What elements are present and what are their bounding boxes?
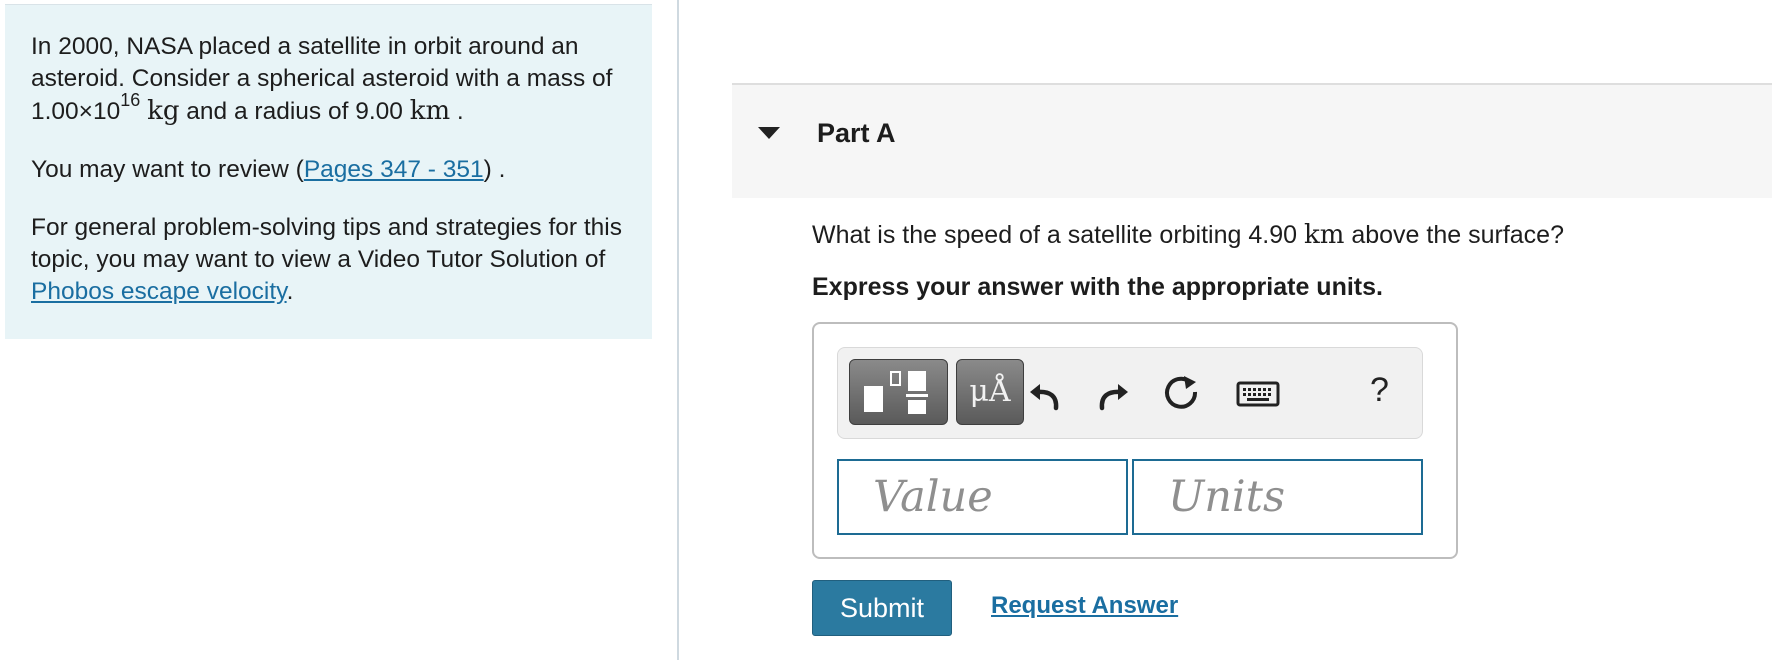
tips-text: . (286, 278, 294, 305)
question-part: above the surface? (1344, 221, 1564, 249)
intro-paragraph-review: You may want to review (Pages 347 - 351)… (31, 154, 626, 186)
templates-button[interactable] (849, 359, 948, 425)
redo-icon[interactable] (1090, 372, 1134, 416)
pages-link[interactable]: Pages 347 - 351 (304, 156, 484, 183)
question-part: What is the speed of a satellite orbitin… (812, 221, 1304, 249)
keyboard-icon[interactable] (1235, 372, 1285, 416)
review-text: You may want to review ( (31, 156, 304, 183)
intro-paragraph-problem: In 2000, NASA placed a satellite in orbi… (31, 31, 626, 128)
request-answer-link[interactable]: Request Answer (991, 591, 1178, 621)
part-title: Part A (817, 118, 896, 148)
video-tutor-link[interactable]: Phobos escape velocity (31, 278, 287, 305)
mass-unit: kg (147, 96, 180, 126)
question-unit: km (1303, 220, 1345, 250)
tips-text: For general problem-solving tips and str… (31, 214, 623, 273)
radius-unit: km (409, 96, 451, 126)
review-text: ) . (483, 156, 506, 183)
undo-icon[interactable] (1024, 372, 1068, 416)
mass-exponent: 16 (120, 89, 141, 110)
units-input[interactable] (1132, 459, 1423, 535)
value-input[interactable] (837, 459, 1128, 535)
column-divider (677, 0, 679, 660)
question-text: What is the speed of a satellite orbitin… (812, 218, 1564, 252)
part-a-header[interactable]: Part A (732, 85, 1772, 198)
submit-button[interactable]: Submit (812, 580, 952, 636)
intro-text: and a radius of 9.00 (179, 98, 410, 125)
answer-box: μÅ ? (812, 322, 1458, 559)
units-icon: μÅ (969, 374, 1011, 409)
math-toolbar: μÅ ? (837, 347, 1423, 439)
units-button[interactable]: μÅ (956, 359, 1024, 425)
intro-text: . (450, 98, 464, 125)
caret-down-icon[interactable] (758, 127, 780, 139)
problem-intro: In 2000, NASA placed a satellite in orbi… (5, 5, 652, 339)
answer-instruction: Express your answer with the appropriate… (812, 273, 1383, 301)
intro-paragraph-tips: For general problem-solving tips and str… (31, 212, 626, 308)
help-icon[interactable]: ? (1370, 368, 1389, 412)
reset-icon[interactable] (1160, 372, 1204, 416)
